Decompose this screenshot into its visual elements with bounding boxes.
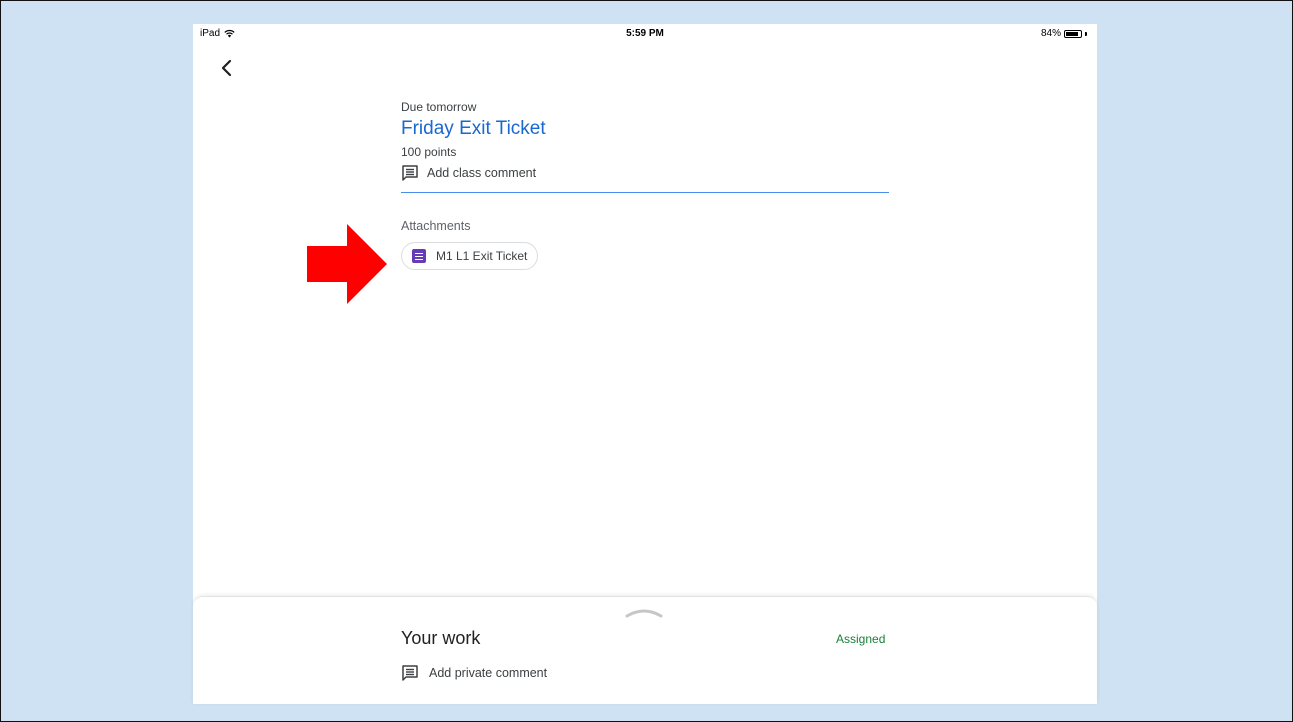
battery-icon: [1064, 29, 1082, 38]
google-forms-icon: [412, 249, 426, 263]
assignment-details: Due tomorrow Friday Exit Ticket 100 poin…: [401, 100, 889, 270]
status-right: 84%: [1041, 28, 1087, 39]
status-badge: Assigned: [836, 632, 886, 646]
status-time: 5:59 PM: [626, 28, 664, 39]
add-private-comment-label: Add private comment: [429, 666, 548, 680]
back-arrow-icon: [221, 59, 232, 77]
due-date: Due tomorrow: [401, 100, 477, 114]
red-arrow-icon: [307, 224, 387, 304]
battery-percent: 84%: [1040, 28, 1061, 39]
assignment-points: 100 points: [401, 145, 457, 159]
status-bar: iPad 5:59 PM 84%: [193, 24, 1097, 44]
comment-icon: [402, 165, 418, 181]
add-class-comment-label: Add class comment: [427, 166, 537, 180]
divider: [401, 192, 889, 193]
your-work-title: Your work: [401, 628, 481, 648]
chevron-up-icon[interactable]: [624, 606, 664, 618]
attachment-chip[interactable]: M1 L1 Exit Ticket: [401, 242, 539, 270]
battery-tip: [1085, 31, 1087, 36]
attachments-heading: Attachments: [401, 219, 471, 233]
attachment-name: M1 L1 Exit Ticket: [436, 249, 528, 263]
assignment-title: Friday Exit Ticket: [401, 118, 546, 139]
add-private-comment-button[interactable]: Add private comment: [401, 664, 547, 682]
battery-level: [1066, 31, 1078, 36]
add-class-comment-button[interactable]: Add class comment: [401, 164, 889, 182]
back-button[interactable]: [215, 56, 239, 80]
comment-icon: [402, 665, 418, 681]
your-work-panel: Your work Assigned Add private comment: [193, 596, 1097, 704]
